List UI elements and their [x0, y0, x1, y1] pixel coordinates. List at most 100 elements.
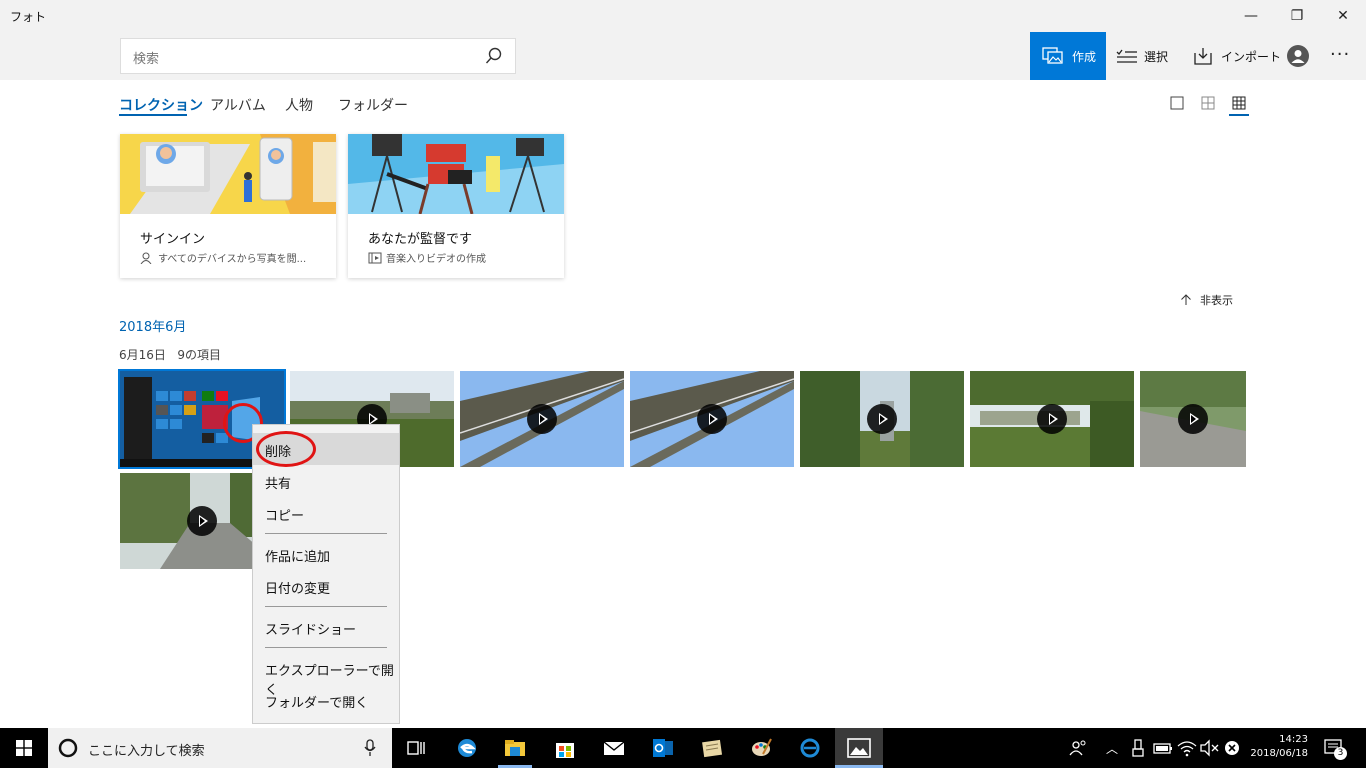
create-button[interactable]: 作成 [1030, 32, 1106, 80]
clock-date: 2018/06/18 [1250, 748, 1308, 759]
month-heading[interactable]: 2018年6月 [119, 316, 186, 335]
tab-album[interactable]: アルバム [210, 95, 266, 115]
cortana-icon [58, 738, 78, 758]
item-count: 9の項目 [177, 348, 221, 362]
play-icon [697, 404, 727, 434]
people-icon[interactable] [1066, 736, 1090, 760]
active-view-indicator [1229, 114, 1249, 116]
paint-icon[interactable] [749, 736, 773, 760]
view-large-icon[interactable] [1170, 96, 1184, 110]
volume-muted-icon[interactable] [1198, 736, 1222, 760]
video-thumbnail[interactable] [800, 371, 964, 467]
video-thumbnail[interactable] [1140, 371, 1246, 467]
menu-separator [265, 647, 387, 648]
outlook-icon[interactable] [651, 736, 675, 760]
chevron-up-icon[interactable]: ︿ [1106, 740, 1118, 757]
taskbar-search-placeholder: ここに入力して検索 [88, 744, 205, 759]
video-icon [368, 252, 382, 263]
select-label: 選択 [1144, 49, 1169, 64]
action-center-button[interactable]: 3 [1322, 736, 1347, 760]
select-icon [1116, 49, 1137, 63]
app-title: フォト [10, 10, 47, 24]
taskbar-search-input[interactable]: ここに入力して検索 [48, 728, 392, 768]
clock[interactable]: 14:23 2018/06/18 [1248, 734, 1308, 759]
card-subtitle-text: すべてのデバイスから写真を閲... [158, 254, 307, 265]
file-explorer-icon[interactable] [503, 736, 527, 760]
import-icon [1194, 48, 1212, 65]
menu-item-label: 日付の変更 [265, 582, 331, 597]
menu-item-label: 作品に追加 [265, 550, 331, 565]
card-title: あなたが監督です [368, 232, 473, 247]
video-thumbnail[interactable] [460, 371, 624, 467]
tab-folders[interactable]: フォルダー [338, 95, 408, 115]
search-placeholder: 検索 [133, 52, 160, 67]
create-label: 作成 [1072, 49, 1097, 64]
user-icon [1291, 50, 1305, 63]
video-thumbnail[interactable] [970, 371, 1134, 467]
create-icon [1042, 47, 1063, 64]
menu-item-slideshow[interactable]: スライドショー [253, 611, 399, 643]
wifi-icon[interactable] [1175, 736, 1199, 760]
menu-item-copy[interactable]: コピー [253, 497, 399, 529]
notification-count: 3 [1334, 747, 1347, 760]
director-illustration [348, 134, 564, 214]
battery-icon[interactable] [1151, 736, 1175, 760]
view-medium-icon[interactable] [1201, 96, 1215, 110]
card-title: サインイン [140, 232, 206, 247]
import-label: インポート [1221, 49, 1282, 64]
tab-people[interactable]: 人物 [285, 95, 313, 115]
menu-item-label: スライドショー [265, 623, 357, 638]
active-tab-indicator [119, 114, 187, 116]
hide-label: 非表示 [1200, 294, 1233, 307]
account-avatar[interactable] [1287, 45, 1309, 67]
hide-cards-button[interactable]: 非表示 [1180, 292, 1233, 308]
more-options-button[interactable]: ··· [1330, 44, 1350, 65]
people-icon [140, 252, 152, 264]
annotation-circle [256, 431, 316, 467]
photos-taskbar-button[interactable] [835, 728, 883, 768]
title-bar: フォト — ❐ ✕ 検索 作成 選択 インポート ··· [0, 0, 1366, 80]
store-icon[interactable] [553, 736, 577, 760]
edge-icon[interactable] [455, 736, 479, 760]
notes-app-icon[interactable] [700, 736, 724, 760]
menu-separator [265, 606, 387, 607]
play-icon [187, 506, 217, 536]
select-button[interactable]: 選択 [1116, 32, 1168, 80]
search-input[interactable]: 検索 [120, 38, 516, 74]
menu-item-open-folder[interactable]: フォルダーで開く [253, 684, 399, 716]
play-icon [867, 404, 897, 434]
microphone-icon[interactable] [364, 739, 376, 757]
windows-start-icon[interactable] [16, 740, 32, 756]
card-subtitle: すべてのデバイスから写真を閲... [140, 250, 306, 265]
restore-button[interactable]: ❐ [1274, 0, 1320, 32]
task-view-icon[interactable] [404, 736, 428, 760]
menu-item-label: 共有 [265, 477, 292, 492]
view-small-icon[interactable] [1232, 96, 1246, 110]
play-icon [1037, 404, 1067, 434]
menu-item-share[interactable]: 共有 [253, 465, 399, 497]
taskbar: ここに入力して検索 ︿ 14:23 2018/06/18 3 [0, 728, 1366, 768]
signin-card[interactable]: サインイン すべてのデバイスから写真を閲... [120, 134, 336, 278]
menu-item-change-date[interactable]: 日付の変更 [253, 570, 399, 602]
clock-time: 14:23 [1279, 734, 1308, 745]
input-indicator-icon[interactable] [1220, 736, 1244, 760]
mail-icon[interactable] [602, 736, 626, 760]
import-button[interactable]: インポート [1193, 32, 1281, 80]
usb-device-icon[interactable] [1126, 736, 1150, 760]
menu-item-label: コピー [265, 509, 305, 524]
close-button[interactable]: ✕ [1320, 0, 1366, 32]
menu-item-open-in-explorer[interactable]: エクスプローラーで開く [253, 652, 399, 698]
day-date: 6月16日 [119, 348, 166, 362]
signin-illustration [120, 134, 336, 214]
menu-item-add-to-creation[interactable]: 作品に追加 [253, 538, 399, 570]
menu-separator [265, 533, 387, 534]
internet-explorer-icon[interactable] [798, 736, 822, 760]
card-subtitle-text: 音楽入りビデオの作成 [386, 254, 486, 265]
director-card[interactable]: あなたが監督です 音楽入りビデオの作成 [348, 134, 564, 278]
video-thumbnail[interactable] [630, 371, 794, 467]
minimize-button[interactable]: — [1228, 0, 1274, 32]
day-heading: 6月16日 9の項目 [119, 346, 221, 363]
tab-collection[interactable]: コレクション [119, 95, 203, 115]
search-icon[interactable] [485, 47, 503, 65]
context-menu: 削除 共有 コピー 作品に追加 日付の変更 スライドショー エクスプローラーで開… [252, 424, 400, 724]
